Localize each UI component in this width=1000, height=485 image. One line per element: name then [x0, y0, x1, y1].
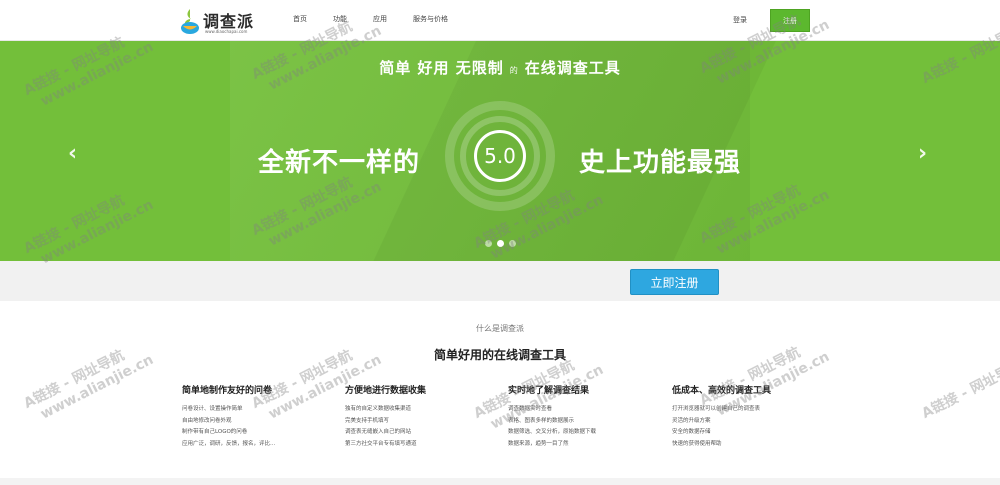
- version-badge: 5.0: [474, 130, 526, 182]
- feature-list: 调查数据实时查看 表格、图表多样的数据展示 数据筛选、交叉分析，原始数据下载 数…: [508, 404, 668, 450]
- version-number: 5.0: [484, 144, 516, 168]
- feature-collection: 方便地进行数据收集 独有的自定义数据收集渠道 完美支持手机填写 调查表无缝嵌入自…: [345, 383, 505, 450]
- logo-mark-icon: [181, 9, 199, 34]
- site-logo[interactable]: 调查派 www.diaochapai.com: [176, 5, 266, 37]
- prev-slide-arrow-icon[interactable]: ‹: [68, 141, 77, 166]
- banner-right-text: 史上功能最强: [579, 148, 742, 178]
- list-item: 独有的自定义数据收集渠道: [345, 406, 412, 412]
- feature-title: 实时地了解调查结果: [508, 386, 590, 396]
- list-item: 打开浏览器就可以创建自己的调查表: [672, 406, 761, 412]
- slide-dot-1[interactable]: [485, 240, 492, 247]
- register-now-button[interactable]: 立即注册: [630, 269, 719, 295]
- list-item: 调查数据实时查看: [508, 406, 553, 412]
- list-item: 应用广泛，调研，反馈，报名，评比...: [182, 440, 276, 447]
- intro-title: 简单好用的在线调查工具: [433, 348, 566, 362]
- banner-title-part2: 在线调查工具: [524, 59, 621, 77]
- top-header: 调查派 www.diaochapai.com 首页 功能 应用 服务与价格 登录…: [0, 0, 1000, 41]
- nav-features[interactable]: 功能: [333, 14, 347, 24]
- feature-list: 打开浏览器就可以创建自己的调查表 灵活的升级方案 安全的数据存储 快速的获得使用…: [672, 404, 832, 450]
- banner-left-text: 全新不一样的: [258, 148, 421, 178]
- slide-dot-2[interactable]: [497, 240, 504, 247]
- list-item: 数据筛选、交叉分析，原始数据下载: [508, 429, 597, 435]
- nav-apps[interactable]: 应用: [373, 14, 387, 24]
- list-item: 调查表无缝嵌入自己的网站: [345, 429, 412, 435]
- list-item: 自由地修改问卷外观: [182, 417, 232, 424]
- list-item: 问卷设计、设置操作简单: [182, 406, 243, 412]
- feature-title: 低成本、高效的调查工具: [672, 386, 772, 396]
- list-item: 快速的获得使用帮助: [672, 440, 722, 447]
- register-button[interactable]: 注册: [770, 9, 810, 32]
- feature-design: 简单地制作友好的问卷 问卷设计、设置操作简单 自由地修改问卷外观 制作带有自己L…: [182, 383, 342, 450]
- list-item: 完美支持手机填写: [345, 417, 390, 424]
- hero-banner: 简单 好用 无限制的在线调查工具 全新不一样的 5.0 史上功能最强 ‹ ›: [0, 41, 1000, 261]
- login-link[interactable]: 登录: [733, 15, 747, 25]
- intro-subtitle: 什么是调查派: [476, 324, 524, 333]
- watermark: A链接 - 网址导航: [918, 355, 1000, 423]
- list-item: 第三方社交平台专有填写通道: [345, 440, 417, 447]
- banner-title: 简单 好用 无限制的在线调查工具: [0, 57, 1000, 78]
- next-slide-arrow-icon[interactable]: ›: [918, 141, 927, 166]
- logo-url: www.diaochapai.com: [205, 29, 248, 34]
- feature-cost: 低成本、高效的调查工具 打开浏览器就可以创建自己的调查表 灵活的升级方案 安全的…: [672, 383, 832, 450]
- nav-pricing[interactable]: 服务与价格: [413, 14, 448, 24]
- feature-title: 方便地进行数据收集: [345, 386, 427, 396]
- list-item: 表格、图表多样的数据展示: [508, 417, 575, 424]
- list-item: 灵活的升级方案: [672, 417, 711, 424]
- slide-dot-3[interactable]: [509, 240, 516, 247]
- list-item: 安全的数据存储: [672, 429, 711, 435]
- nav-home[interactable]: 首页: [293, 14, 307, 24]
- cta-strip: 立即注册: [0, 261, 1000, 301]
- main-nav: 首页 功能 应用 服务与价格: [293, 14, 474, 24]
- feature-columns: 简单地制作友好的问卷 问卷设计、设置操作简单 自由地修改问卷外观 制作带有自己L…: [182, 383, 822, 463]
- feature-list: 独有的自定义数据收集渠道 完美支持手机填写 调查表无缝嵌入自己的网站 第三方社交…: [345, 404, 505, 450]
- list-item: 制作带有自己LOGO的问卷: [182, 429, 248, 435]
- banner-title-part1: 简单 好用 无限制: [379, 59, 504, 77]
- slide-indicators: [485, 240, 516, 247]
- feature-results: 实时地了解调查结果 调查数据实时查看 表格、图表多样的数据展示 数据筛选、交叉分…: [508, 383, 668, 450]
- watermark-line1: A链接 - 网址导航: [919, 357, 1000, 422]
- banner-title-small: 的: [509, 66, 519, 75]
- feature-list: 问卷设计、设置操作简单 自由地修改问卷外观 制作带有自己LOGO的问卷 应用广泛…: [182, 404, 342, 450]
- footer-divider: [0, 478, 1000, 485]
- list-item: 数据来源，趋势一目了然: [508, 440, 569, 447]
- feature-title: 简单地制作友好的问卷: [182, 386, 273, 396]
